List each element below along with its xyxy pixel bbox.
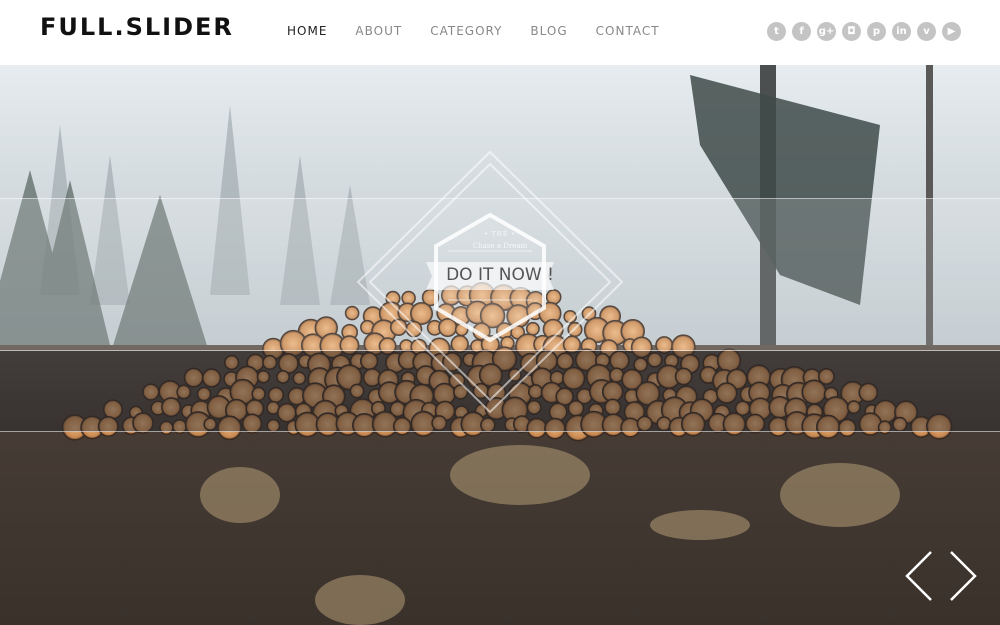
youtube-icon[interactable]: ▶ [942, 22, 961, 41]
site-header: FULL.SLIDER HOME ABOUT CATEGORY BLOG CON… [0, 0, 1000, 65]
pinterest-icon[interactable]: p [867, 22, 886, 41]
logo[interactable]: FULL.SLIDER [40, 12, 234, 42]
facebook-icon[interactable]: f [792, 22, 811, 41]
hero-slider: • THE • Chase a Dream DO IT NOW ! [0, 65, 1000, 625]
nav-category[interactable]: CATEGORY [430, 22, 502, 40]
nav-contact[interactable]: CONTACT [596, 22, 660, 40]
nav-about[interactable]: ABOUT [355, 22, 402, 40]
next-arrow-icon[interactable] [948, 550, 978, 602]
slide-badge [356, 150, 624, 414]
nav-blog[interactable]: BLOG [530, 22, 567, 40]
instagram-icon[interactable]: ◘ [842, 22, 861, 41]
linkedin-icon[interactable]: in [892, 22, 911, 41]
social-links: t f g+ ◘ p in v ▶ [767, 22, 961, 41]
vimeo-icon[interactable]: v [917, 22, 936, 41]
nav-home[interactable]: HOME [287, 22, 327, 40]
twitter-icon[interactable]: t [767, 22, 786, 41]
google-plus-icon[interactable]: g+ [817, 22, 836, 41]
main-nav: HOME ABOUT CATEGORY BLOG CONTACT [287, 22, 688, 40]
ribbon-banner [426, 262, 554, 290]
prev-arrow-icon[interactable] [904, 550, 934, 602]
